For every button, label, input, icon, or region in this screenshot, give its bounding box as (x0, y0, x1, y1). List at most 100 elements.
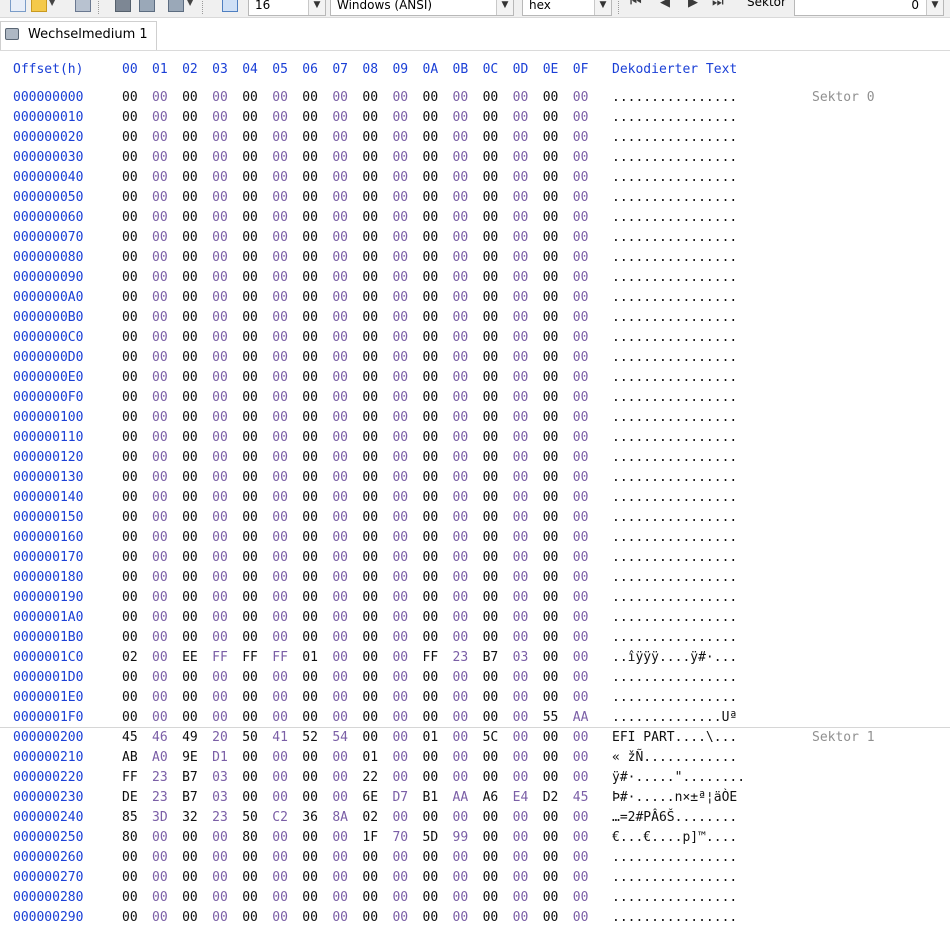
offset-cell[interactable]: 000000100 (13, 408, 83, 428)
byte-cell[interactable]: 00 (152, 128, 168, 148)
decoded-text-cell[interactable]: ................ (612, 528, 737, 548)
byte-cell[interactable]: 00 (362, 508, 378, 528)
byte-cell[interactable]: 00 (392, 868, 408, 888)
byte-cell[interactable]: 00 (332, 588, 348, 608)
decoded-text-cell[interactable]: ..îÿÿÿ....ÿ#·... (612, 648, 737, 668)
byte-cell[interactable]: 00 (332, 228, 348, 248)
byte-cell[interactable]: 00 (453, 688, 469, 708)
byte-cell[interactable]: 00 (543, 108, 559, 128)
byte-cell[interactable]: AA (453, 788, 469, 808)
byte-cell[interactable]: 00 (392, 348, 408, 368)
byte-cell[interactable]: 00 (182, 348, 198, 368)
byte-cell[interactable]: 5D (423, 828, 439, 848)
decoded-text-cell[interactable]: ................ (612, 868, 737, 888)
byte-cell[interactable]: 23 (152, 768, 168, 788)
byte-cell[interactable]: 00 (122, 408, 138, 428)
byte-cell[interactable]: B1 (423, 788, 439, 808)
byte-cell[interactable]: 00 (573, 688, 589, 708)
byte-cell[interactable]: 00 (543, 248, 559, 268)
byte-cell[interactable]: 00 (272, 588, 288, 608)
decoded-text-cell[interactable]: ................ (612, 588, 737, 608)
byte-cell[interactable]: 00 (483, 328, 499, 348)
table-row[interactable]: 0000000E0 00 00 00 00 00 00 00 00 00 00 00 00 00 00 00 0… (0, 368, 950, 388)
table-row[interactable]: 000000230 DE 23 B7 03 00 00 00 00 6E D7 B1 AA A6 E4 D2 4… (0, 788, 950, 808)
byte-cell[interactable]: 00 (242, 128, 258, 148)
byte-cell[interactable]: 00 (122, 568, 138, 588)
byte-cell[interactable]: 00 (272, 348, 288, 368)
byte-cell[interactable]: 00 (332, 128, 348, 148)
byte-cell[interactable]: 00 (513, 328, 529, 348)
byte-cell[interactable]: 00 (423, 428, 439, 448)
byte-cell[interactable]: 00 (483, 848, 499, 868)
byte-cell[interactable]: 00 (483, 888, 499, 908)
byte-cell[interactable]: 00 (212, 888, 228, 908)
byte-cell[interactable]: 00 (513, 368, 529, 388)
byte-cell[interactable]: 00 (362, 328, 378, 348)
byte-cell[interactable]: 00 (423, 228, 439, 248)
offset-cell[interactable]: 000000080 (13, 248, 83, 268)
byte-cell[interactable]: 00 (182, 208, 198, 228)
offset-cell[interactable]: 000000040 (13, 168, 83, 188)
byte-cell[interactable]: 00 (483, 408, 499, 428)
byte-cell[interactable]: 00 (212, 408, 228, 428)
table-row[interactable]: 0000000B0 00 00 00 00 00 00 00 00 00 00 00 00 00 00 00 0… (0, 308, 950, 328)
decoded-text-cell[interactable]: ................ (612, 688, 737, 708)
byte-cell[interactable]: 00 (272, 128, 288, 148)
byte-cell[interactable]: 00 (453, 708, 469, 728)
byte-cell[interactable]: 00 (423, 628, 439, 648)
byte-cell[interactable]: 00 (423, 568, 439, 588)
byte-cell[interactable]: 00 (513, 548, 529, 568)
decoded-text-cell[interactable]: ................ (612, 148, 737, 168)
byte-cell[interactable]: 23 (453, 648, 469, 668)
byte-cell[interactable]: 00 (573, 728, 589, 748)
decoded-text-cell[interactable]: ................ (612, 848, 737, 868)
byte-cell[interactable]: 00 (182, 488, 198, 508)
open-folder-icon[interactable] (31, 0, 47, 12)
byte-cell[interactable]: 99 (453, 828, 469, 848)
byte-cell[interactable]: 00 (423, 508, 439, 528)
offset-cell[interactable]: 000000200 (13, 728, 83, 748)
byte-cell[interactable]: 00 (212, 188, 228, 208)
byte-cell[interactable]: 00 (242, 348, 258, 368)
byte-cell[interactable]: 00 (423, 588, 439, 608)
byte-cell[interactable]: 00 (242, 368, 258, 388)
byte-cell[interactable]: 00 (122, 848, 138, 868)
byte-cell[interactable]: 00 (483, 288, 499, 308)
byte-cell[interactable]: 00 (332, 488, 348, 508)
byte-cell[interactable]: 00 (573, 368, 589, 388)
byte-cell[interactable]: 00 (543, 608, 559, 628)
byte-cell[interactable]: 00 (122, 628, 138, 648)
byte-cell[interactable]: 00 (573, 428, 589, 448)
byte-cell[interactable]: 00 (392, 88, 408, 108)
offset-cell[interactable]: 000000150 (13, 508, 83, 528)
byte-cell[interactable]: 00 (122, 168, 138, 188)
decoded-text-cell[interactable]: ................ (612, 568, 737, 588)
byte-cell[interactable]: 00 (573, 808, 589, 828)
byte-cell[interactable]: 00 (302, 488, 318, 508)
byte-cell[interactable]: 00 (423, 668, 439, 688)
byte-cell[interactable]: 00 (423, 128, 439, 148)
byte-cell[interactable]: 00 (332, 828, 348, 848)
byte-cell[interactable]: 00 (362, 408, 378, 428)
byte-cell[interactable]: 00 (453, 308, 469, 328)
byte-cell[interactable]: 00 (392, 368, 408, 388)
byte-cell[interactable]: 00 (513, 608, 529, 628)
byte-cell[interactable]: 00 (362, 368, 378, 388)
save-icon[interactable] (75, 0, 91, 12)
byte-cell[interactable]: 00 (483, 168, 499, 188)
byte-cell[interactable]: FF (272, 648, 288, 668)
decoded-text-cell[interactable]: ................ (612, 348, 737, 368)
byte-cell[interactable]: 00 (152, 88, 168, 108)
byte-cell[interactable]: 00 (423, 108, 439, 128)
byte-cell[interactable]: 00 (272, 548, 288, 568)
byte-cell[interactable]: 01 (302, 648, 318, 668)
byte-cell[interactable]: 00 (392, 148, 408, 168)
byte-cell[interactable]: 00 (543, 148, 559, 168)
byte-cell[interactable]: 00 (182, 408, 198, 428)
byte-cell[interactable]: 00 (152, 708, 168, 728)
byte-cell[interactable]: 00 (513, 448, 529, 468)
byte-cell[interactable]: 00 (152, 148, 168, 168)
byte-cell[interactable]: 00 (122, 688, 138, 708)
byte-cell[interactable]: 00 (182, 908, 198, 928)
byte-cell[interactable]: 00 (302, 208, 318, 228)
